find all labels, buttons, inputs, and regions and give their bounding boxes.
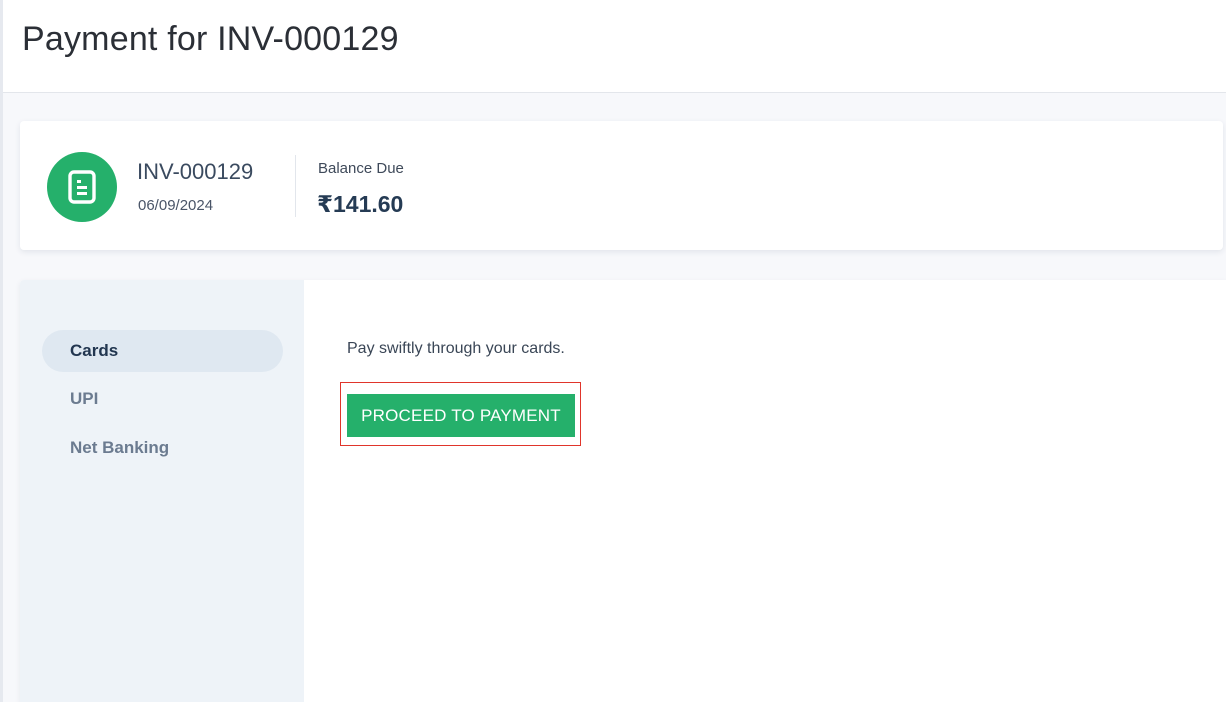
invoice-summary-card: INV-000129 06/09/2024 Balance Due ₹141.6… (20, 121, 1223, 250)
payment-method-upi[interactable]: UPI (42, 378, 283, 420)
balance-due-amount: ₹141.60 (317, 191, 404, 217)
page-title: Payment for INV-000129 (22, 20, 399, 58)
payment-panel: Cards UPI Net Banking Pay swiftly throug… (20, 280, 1226, 702)
payment-method-cards[interactable]: Cards (42, 330, 283, 372)
payment-method-net-banking[interactable]: Net Banking (42, 427, 283, 469)
pay-description: Pay swiftly through your cards. (347, 340, 565, 357)
invoice-date: 06/09/2024 (138, 197, 214, 214)
payment-method-sidebar: Cards UPI Net Banking (20, 280, 304, 702)
left-border (0, 0, 3, 702)
balance-due-label: Balance Due (318, 160, 404, 177)
page-header: Payment for INV-000129 (3, 0, 1226, 93)
document-icon (47, 152, 117, 222)
card-divider (295, 155, 296, 217)
proceed-to-payment-button[interactable]: PROCEED TO PAYMENT (347, 394, 575, 437)
cards-tab-content: Pay swiftly through your cards. PROCEED … (304, 280, 1226, 702)
invoice-number: INV-000129 (137, 159, 254, 184)
